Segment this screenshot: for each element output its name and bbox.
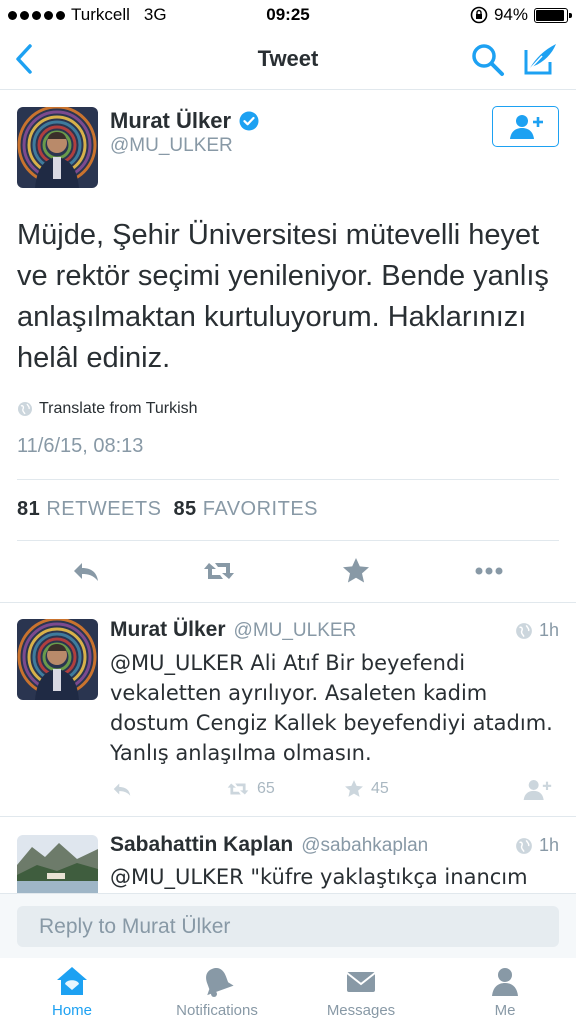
verified-badge-icon [239,111,259,131]
tweet-text: Müjde, Şehir Üniversitesi mütevelli heye… [17,219,549,374]
tweet-timestamp: 11/6/15, 08:13 [17,435,144,457]
battery-percent: 94% [493,5,528,24]
reply-author-handle[interactable]: @sabahkaplan [301,835,428,857]
retweets-stat[interactable]: 81 RETWEETS [17,498,161,521]
reply-time: 1h [515,620,559,641]
favorites-stat[interactable]: 85 FAVORITES [173,498,318,521]
favorite-button[interactable]: 45 [343,778,389,800]
favorite-star-icon [345,780,363,797]
follow-reply-author-button[interactable] [522,778,552,802]
author-name-text: Murat Ülker [110,108,232,133]
reply-input[interactable] [17,906,559,947]
reply-author-handle[interactable]: @MU_ULKER [234,620,357,642]
home-icon [57,967,87,995]
reply-header: Sabahattin Kaplan @sabahkaplan [110,833,428,857]
reply-author-name[interactable]: Murat Ülker [110,618,226,642]
translate-label: Translate from Turkish [39,400,198,417]
translate-link[interactable]: Translate from Turkish [17,400,198,418]
more-options-icon[interactable] [473,555,505,587]
tab-home-label: Home [51,1002,92,1019]
favorite-count: 45 [371,780,389,797]
retweets-count: 81 [17,498,41,520]
globe-icon [516,837,532,854]
tab-me-label: Me [494,1002,516,1019]
reply-time-text: 1h [538,835,559,855]
tab-notifications[interactable]: Notifications [157,964,277,1019]
battery-info: 94% [470,5,572,25]
globe-icon [516,622,532,639]
reply-author-name[interactable]: Sabahattin Kaplan [110,833,293,857]
author-avatar[interactable] [17,107,98,188]
favorites-count: 85 [173,498,197,520]
divider [17,540,559,541]
bell-icon [206,968,234,997]
retweet-count: 65 [257,780,275,797]
reply-button[interactable] [110,778,134,800]
tab-bar: Home Notifications Messages Me [0,958,576,1024]
favorite-star-icon[interactable] [340,555,372,587]
navigation-bar: Tweet [0,30,576,90]
globe-icon [18,402,32,416]
retweet-icon[interactable] [203,555,235,587]
divider [0,816,576,817]
reply-text: @MU_ULKER Ali Atıf Bir beyefendi vekalet… [110,651,553,765]
person-icon [492,968,518,996]
tab-messages[interactable]: Messages [301,964,421,1019]
reply-time-text: 1h [538,620,559,640]
reply-avatar[interactable] [17,835,98,893]
status-bar: Turkcell 3G 09:25 94% [0,0,576,30]
tweet-actions [0,555,576,589]
divider [0,602,576,603]
author-name[interactable]: Murat Ülker [110,108,259,134]
reply-bar [0,893,576,958]
search-icon[interactable] [470,42,506,78]
reply-header: Murat Ülker @MU_ULKER [110,618,356,642]
compose-tweet-icon[interactable] [520,40,560,78]
divider [17,479,559,480]
reply-icon [113,783,131,796]
retweet-icon [227,783,249,795]
tab-messages-label: Messages [326,1002,396,1019]
envelope-icon [346,972,376,992]
tab-me[interactable]: Me [445,964,565,1019]
reply-icon[interactable] [70,555,102,587]
battery-icon [534,7,572,23]
tab-notifications-label: Notifications [176,1002,258,1019]
add-user-icon [509,114,543,139]
reply-avatar[interactable] [17,619,98,700]
engagement-counts: 81 RETWEETS 85 FAVORITES [17,498,318,521]
favorites-label: FAVORITES [202,498,319,520]
orientation-lock-icon [470,6,488,24]
retweet-button[interactable]: 65 [225,778,275,800]
author-handle[interactable]: @MU_ULKER [110,135,233,157]
reply-text: @MU_ULKER "küfre yaklaştıkça inancım [110,865,528,889]
reply-time: 1h [515,835,559,856]
retweets-label: RETWEETS [46,498,162,520]
add-user-icon [523,780,552,800]
reply-actions: 65 45 [110,778,560,802]
tab-home[interactable]: Home [12,964,132,1019]
follow-button[interactable] [492,106,559,147]
